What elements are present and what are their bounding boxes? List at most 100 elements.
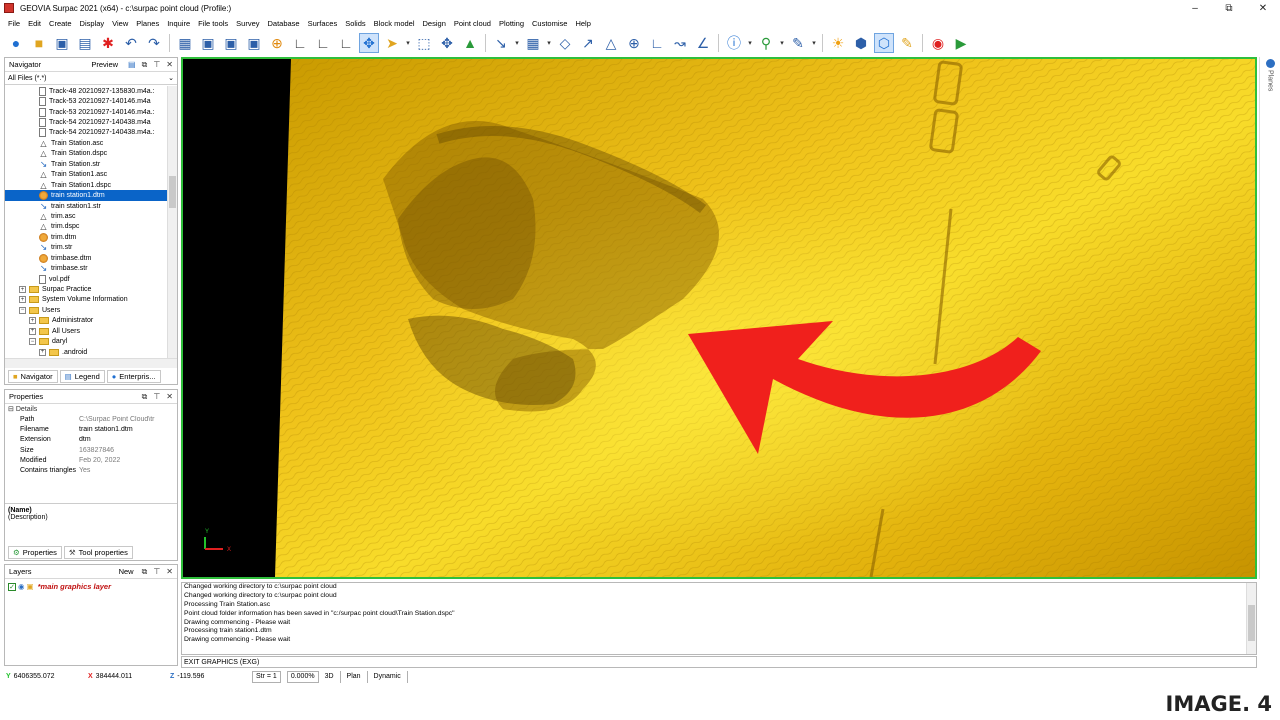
zoom-all-icon[interactable]: ▣ [244,33,264,53]
collapse-icon[interactable]: ⊟ [8,405,14,413]
angle-icon[interactable]: ∟ [647,33,667,53]
zoom-out-icon[interactable]: ▣ [221,33,241,53]
tab-navigator[interactable]: ■ Navigator [8,370,58,383]
add-point-icon[interactable]: ⊕ [624,33,644,53]
mode-3d-button[interactable]: 3D [325,673,334,680]
measure-icon[interactable]: ∠ [693,33,713,53]
select-pointer-icon[interactable]: ➤ [382,33,402,53]
float-panel-icon[interactable]: ⧉ [142,392,148,402]
menu-inquire[interactable]: Inquire [163,19,194,28]
navigator-vertical-scrollbar[interactable] [167,86,177,358]
menu-customise[interactable]: Customise [528,19,571,28]
restore-button[interactable]: ⧉ [1212,0,1246,16]
tree-item[interactable]: + Surpac Practice [5,284,168,294]
menu-edit[interactable]: Edit [24,19,45,28]
tree-item[interactable]: Track-53 20210927-140146.m4a [5,96,168,107]
paint-icon[interactable]: ✎ [897,33,917,53]
tab-tool-properties[interactable]: ⚒ Tool properties [63,546,133,559]
print-icon[interactable]: ▤ [75,33,95,53]
preview-label[interactable]: Preview [91,60,118,69]
string-number-field[interactable]: Str = 1 [252,670,281,683]
close-panel-icon[interactable]: ✕ [166,567,173,576]
menu-display[interactable]: Display [76,19,109,28]
open-folder-icon[interactable]: ■ [29,33,49,53]
mode-dynamic-button[interactable]: Dynamic [374,673,401,680]
details-section[interactable]: ⊟ Details [5,404,177,414]
tree-item[interactable]: △ trim.dspc [5,222,168,232]
expand-icon[interactable]: + [19,286,26,294]
save-icon[interactable]: ▣ [52,33,72,53]
wireframe-icon[interactable]: ⬡ [874,33,894,53]
planes-tab[interactable]: Planes [1262,59,1278,99]
menu-block-model[interactable]: Block model [370,19,419,28]
dropdown-arrow-icon[interactable]: ▾ [779,39,785,47]
dropdown-arrow-icon[interactable]: ▾ [546,39,552,47]
file-tree[interactable]: Track-48 20210927-135830.m4a.: Track-53 2… [5,86,168,358]
tree-item[interactable]: trimbase.dtm [5,253,168,263]
tree-item[interactable]: + Administrator [5,316,168,326]
tree-item[interactable]: + All Users [5,326,168,336]
message-scrollbar[interactable] [1246,583,1256,654]
surface-icon[interactable]: ▲ [460,33,480,53]
tree-item[interactable]: train station1.dtm [5,190,168,201]
segment-icon[interactable]: ↗ [578,33,598,53]
grid-icon[interactable]: ▦ [175,33,195,53]
expand-icon[interactable]: + [29,317,36,325]
tree-item[interactable]: vol.pdf [5,274,168,284]
expand-icon[interactable]: + [19,296,26,304]
tree-item[interactable]: trim.dtm [5,232,168,242]
menu-solids[interactable]: Solids [341,19,369,28]
float-panel-icon[interactable]: ⧉ [142,567,148,577]
mode-plan-button[interactable]: Plan [347,673,361,680]
crosshair-icon[interactable]: ⊕ [267,33,287,53]
tree-item[interactable]: △ Train Station1.asc [5,170,168,180]
tree-item[interactable]: ↘ Train Station.str [5,159,168,169]
play-macro-icon[interactable]: ▶ [951,33,971,53]
expand-icon[interactable]: + [29,327,36,335]
pin-icon[interactable]: ⊤ [153,60,160,69]
info-icon[interactable]: ⓘ [724,33,744,53]
tree-item[interactable]: △ trim.asc [5,211,168,221]
collapse-icon[interactable]: − [19,306,26,314]
record-macro-icon[interactable]: ◉ [928,33,948,53]
redo-icon[interactable]: ↷ [144,33,164,53]
pan-icon[interactable]: ✥ [437,33,457,53]
tree-item[interactable]: Track-54 20210927-140438.m4a [5,117,168,128]
tree-item[interactable]: △ Train Station.asc [5,138,168,148]
tree-item[interactable]: △ Train Station.dspc [5,149,168,159]
tree-item[interactable]: △ Train Station1.dspc [5,180,168,190]
menu-file[interactable]: File [4,19,24,28]
menu-plotting[interactable]: Plotting [495,19,528,28]
zoom-in-icon[interactable]: ▣ [198,33,218,53]
tree-item[interactable]: + System Volume Information [5,295,168,305]
digitize-icon[interactable]: ◇ [555,33,575,53]
point-query-icon[interactable]: ⚲ [756,33,776,53]
tree-item[interactable]: Track-53 20210927-140146.m4a.: [5,107,168,117]
tree-item[interactable]: Track-54 20210927-140438.m4a.: [5,128,168,138]
dropdown-arrow-icon[interactable]: ▾ [514,39,520,47]
view-y-icon[interactable]: ∟ [336,33,356,53]
rotate-icon[interactable]: ✥ [359,33,379,53]
menu-file-tools[interactable]: File tools [194,19,232,28]
box-select-icon[interactable]: ⬚ [414,33,434,53]
lock-icon[interactable]: ▣ [27,582,34,591]
command-line[interactable]: EXIT GRAPHICS (EXG) [181,656,1257,668]
file-filter-select[interactable]: All Files (*.*) ⌄ [5,72,177,85]
scroll-thumb[interactable] [169,176,176,208]
dropdown-arrow-icon[interactable]: ▾ [747,39,753,47]
preview-icon[interactable]: ▤ [128,60,136,69]
menu-create[interactable]: Create [45,19,76,28]
line-tool-icon[interactable]: ↘ [491,33,511,53]
float-panel-icon[interactable]: ⧉ [142,60,148,70]
menu-view[interactable]: View [108,19,132,28]
tree-item[interactable]: ↘ trimbase.str [5,263,168,273]
reset-graphics-icon[interactable]: ✱ [98,33,118,53]
tree-item[interactable]: Track-48 20210927-135830.m4a.: [5,86,168,96]
pencil-icon[interactable]: ✎ [788,33,808,53]
new-layer-button[interactable]: New [119,567,134,576]
scroll-thumb[interactable] [1248,605,1255,641]
menu-survey[interactable]: Survey [232,19,263,28]
eye-icon[interactable]: ◉ [18,582,25,591]
graphics-viewport[interactable]: Y X [181,57,1257,579]
expand-icon[interactable]: + [39,348,46,356]
